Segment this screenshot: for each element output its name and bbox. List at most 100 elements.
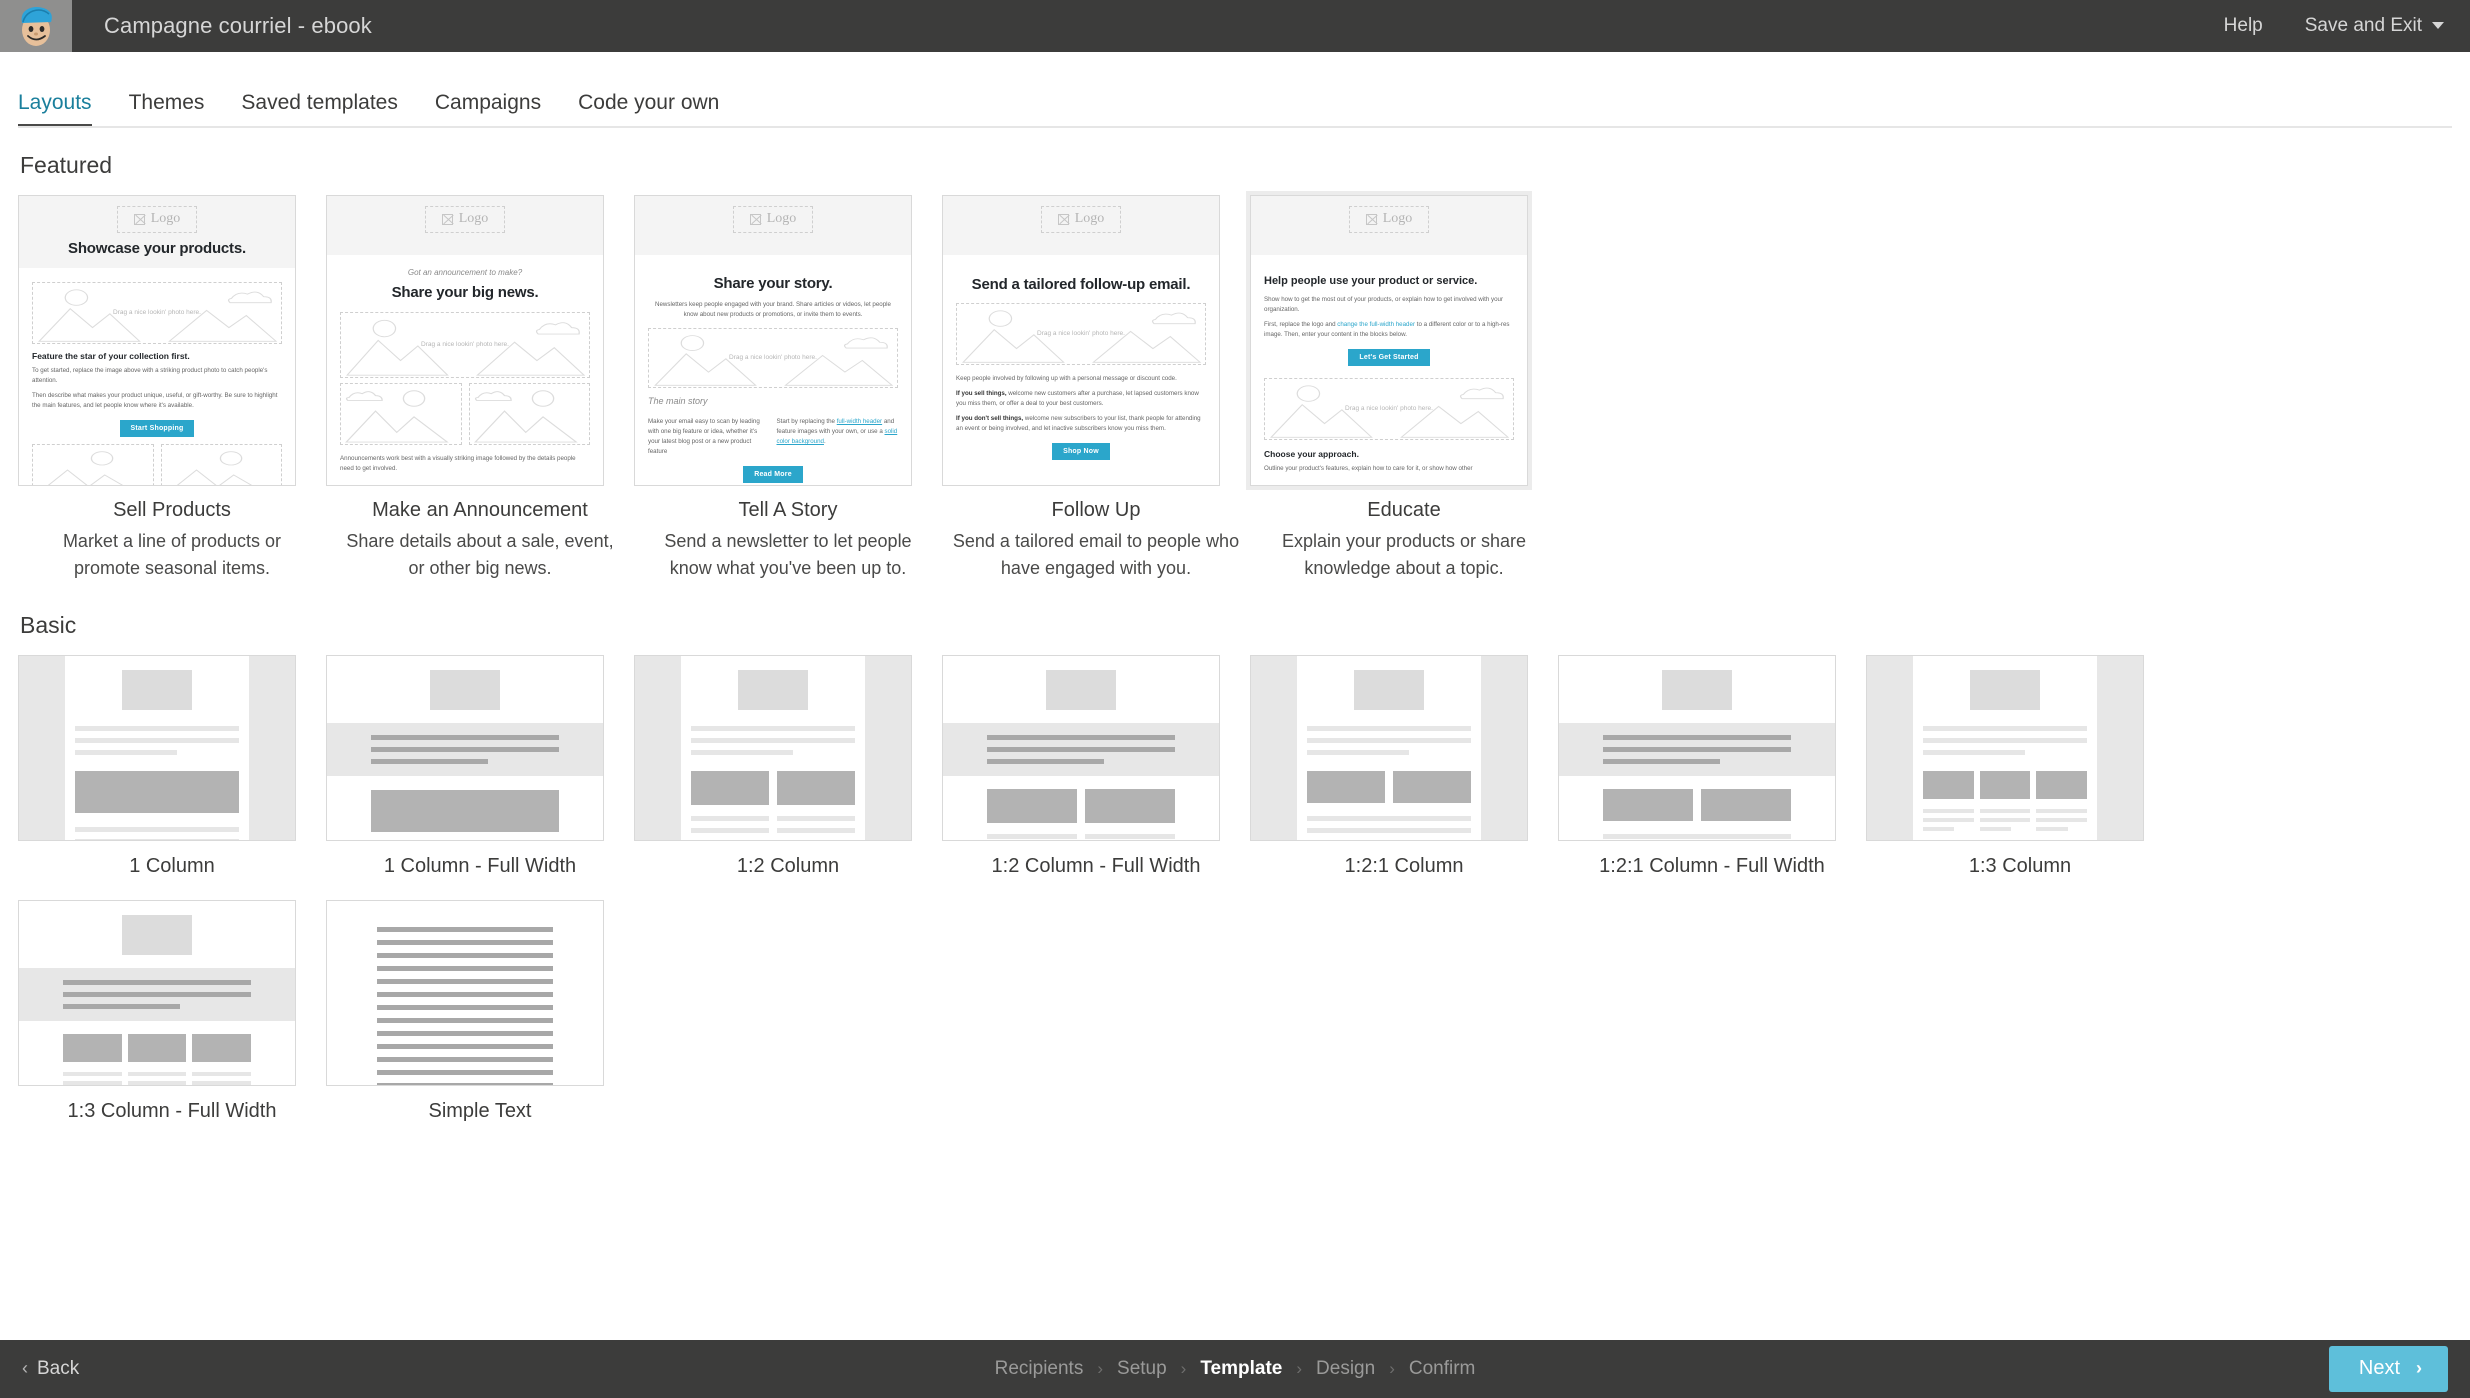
wireframe-text-line <box>1923 738 2087 743</box>
wireframe-text-line <box>75 738 239 743</box>
featured-card-tell-a-story[interactable]: Logo Share your story. Newsletters keep … <box>634 195 942 582</box>
featured-section-title: Featured <box>20 152 113 178</box>
layout-card-1-2-1-column[interactable]: 1:2:1 Column <box>1250 655 1558 878</box>
breadcrumb-separator-icon: › <box>1180 1359 1187 1378</box>
layout-thumbnail[interactable] <box>1866 655 2144 841</box>
layout-thumbnail[interactable] <box>326 900 604 1086</box>
image-placeholder-icon <box>749 213 761 225</box>
layout-card-simple-text[interactable]: Simple Text <box>326 900 634 1123</box>
tab-layouts[interactable]: Layouts <box>18 91 92 128</box>
mailchimp-logo-button[interactable] <box>0 0 72 52</box>
featured-card-make-an-announcement[interactable]: Logo Got an announcement to make? Share … <box>326 195 634 582</box>
wireframe-image-block <box>1923 771 1974 799</box>
featured-thumbnail[interactable]: Logo Got an announcement to make? Share … <box>326 195 604 486</box>
image-placeholder-icon <box>133 213 145 225</box>
layout-card-1-3-column-full-width[interactable]: 1:3 Column - Full Width <box>18 900 326 1123</box>
template-gallery: Featured Logo Showcase your products. Dr… <box>0 128 2470 1350</box>
wireframe-text-line <box>371 735 559 740</box>
layout-thumbnail[interactable] <box>1250 655 1528 841</box>
wireframe-text-line <box>691 750 793 755</box>
featured-thumbnail[interactable]: Logo Showcase your products. Drag a nice… <box>18 195 296 486</box>
wireframe-text-line <box>127 1081 187 1085</box>
wireframe-image-block <box>430 670 500 710</box>
breadcrumb-step-template: Template <box>1200 1358 1283 1379</box>
back-label: Back <box>37 1358 80 1379</box>
layout-card-1-column-full-width[interactable]: 1 Column - Full Width <box>326 655 634 878</box>
wireframe-text-line <box>1979 818 2031 822</box>
preview-paragraph-3: Outline your product's features, explain… <box>1264 465 1473 473</box>
wireframe-text-line <box>192 1072 252 1076</box>
logo-placeholder: Logo <box>1040 206 1122 233</box>
breadcrumb-step-design[interactable]: Design <box>1316 1358 1375 1380</box>
layout-card-title: 1:2:1 Column <box>1344 855 1464 877</box>
preview-paragraph-3-bold: If you don't sell things, <box>956 415 1024 423</box>
wireframe-text-line <box>691 738 855 743</box>
layout-card-1-column[interactable]: 1 Column <box>18 655 326 878</box>
help-link[interactable]: Help <box>2224 15 2263 37</box>
featured-thumbnail[interactable]: Logo Share your story. Newsletters keep … <box>634 195 912 486</box>
preview-headline: Share your story. <box>713 275 833 292</box>
wireframe-text-line <box>987 759 1104 764</box>
layout-thumbnail[interactable] <box>1558 655 1836 841</box>
wireframe-text-line <box>987 834 1077 839</box>
top-bar-actions: Help Save and Exit <box>2224 15 2470 37</box>
campaign-title: Campagne courriel - ebook <box>104 13 372 38</box>
featured-thumbnail[interactable]: Logo Help people use your product or ser… <box>1250 195 1528 486</box>
layout-thumbnail[interactable] <box>634 655 912 841</box>
layout-card-1-2-column[interactable]: 1:2 Column <box>634 655 942 878</box>
breadcrumb-step-recipients[interactable]: Recipients <box>995 1358 1084 1380</box>
wireframe-text-line <box>1307 750 1409 755</box>
logo-placeholder: Logo <box>424 206 506 233</box>
photo-placeholder-caption: Drag a nice lookin' photo here. <box>1037 329 1125 337</box>
layout-card-1-3-column[interactable]: 1:3 Column <box>1866 655 2174 878</box>
layout-card-title: 1:2 Column - Full Width <box>991 855 1201 877</box>
wireframe-text-line <box>377 1018 553 1023</box>
featured-card-follow-up[interactable]: Logo Send a tailored follow-up email. Dr… <box>942 195 1250 582</box>
wireframe-band <box>1559 723 1835 776</box>
featured-card-educate[interactable]: Logo Help people use your product or ser… <box>1250 195 1558 582</box>
preview-paragraph-3: If you don't sell things, welcome new su… <box>956 414 1206 434</box>
preview-headline: Send a tailored follow-up email. <box>971 276 1191 293</box>
chevron-left-icon: ‹ <box>22 1358 28 1378</box>
breadcrumb-step-confirm[interactable]: Confirm <box>1409 1358 1476 1380</box>
featured-card-sell-products[interactable]: Logo Showcase your products. Drag a nice… <box>18 195 326 582</box>
back-button[interactable]: ‹ Back <box>22 1358 79 1380</box>
layout-thumbnail[interactable] <box>18 655 296 841</box>
wireframe-image-block <box>192 1034 252 1062</box>
preview-cta-button: Shop Now <box>1052 443 1110 461</box>
next-button[interactable]: Next › <box>2328 1346 2448 1392</box>
layout-card-1-2-1-column-full-width[interactable]: 1:2:1 Column - Full Width <box>1558 655 1866 878</box>
featured-thumbnail[interactable]: Logo Send a tailored follow-up email. Dr… <box>942 195 1220 486</box>
layout-thumbnail[interactable] <box>942 655 1220 841</box>
save-and-exit-label: Save and Exit <box>2304 15 2422 36</box>
preview-subhead-2: Choose your approach. <box>1264 449 1359 460</box>
featured-card-description: Send a tailored email to people who have… <box>952 531 1240 578</box>
wireframe-text-line <box>377 966 553 971</box>
wireframe-image-block <box>371 790 559 832</box>
wireframe-image-block <box>738 670 808 710</box>
wireframe-image-block <box>1662 670 1732 710</box>
wireframe-image-block <box>691 771 769 805</box>
breadcrumb-step-setup[interactable]: Setup <box>1117 1358 1167 1380</box>
wireframe-text-line <box>377 927 553 932</box>
wireframe-image-block <box>1970 670 2040 710</box>
wireframe-image-block <box>122 915 192 955</box>
tab-themes[interactable]: Themes <box>129 91 205 128</box>
wireframe-text-line <box>987 735 1175 740</box>
wireframe-text-line <box>1979 827 2012 831</box>
preview-headline: Share your big news. <box>391 284 539 301</box>
wireframe-text-line <box>377 953 553 958</box>
tab-campaigns[interactable]: Campaigns <box>435 91 541 128</box>
tab-saved-templates[interactable]: Saved templates <box>241 91 397 128</box>
wireframe-text-line <box>777 840 825 841</box>
layout-card-1-2-column-full-width[interactable]: 1:2 Column - Full Width <box>942 655 1250 878</box>
logo-label: Logo <box>458 211 489 226</box>
wireframe-image-block <box>75 771 239 813</box>
preview-link-change-header: change the full-width header <box>1337 321 1416 329</box>
layout-thumbnail[interactable] <box>18 900 296 1086</box>
save-and-exit-button[interactable]: Save and Exit <box>2305 15 2444 37</box>
layout-thumbnail[interactable] <box>326 655 604 841</box>
tab-code-your-own[interactable]: Code your own <box>578 91 719 128</box>
logo-placeholder: Logo <box>116 206 198 233</box>
photo-placeholder: Drag a nice lookin' photo here. <box>648 328 898 389</box>
